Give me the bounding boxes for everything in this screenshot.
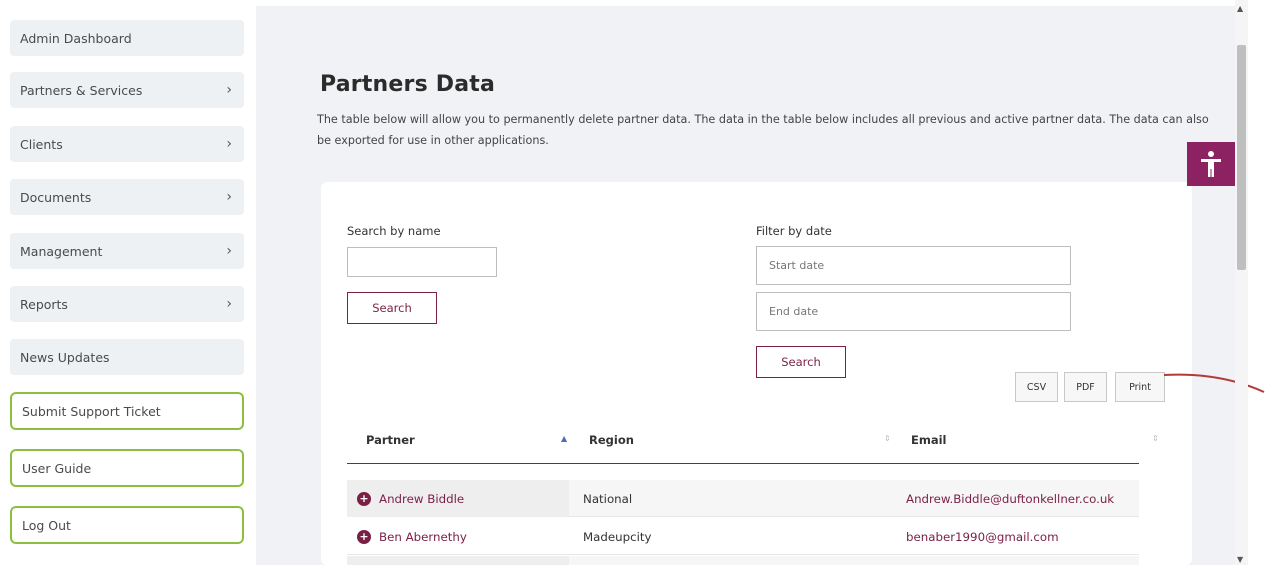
sidebar-item-reports[interactable]: Reports › [10,286,244,322]
filter-label: Filter by date [756,224,832,238]
sidebar-item-label: Log Out [22,517,71,533]
accessibility-person-icon [1201,151,1221,177]
sidebar-item-label: Submit Support Ticket [22,403,161,419]
pdf-button[interactable]: PDF [1064,372,1107,402]
email-cell[interactable]: benaber1990@gmail.com [906,518,1059,555]
sidebar-item-label: Admin Dashboard [20,30,132,46]
partner-cell: + [347,556,569,565]
sidebar-item-partners-services[interactable]: Partners & Services › [10,72,244,108]
sidebar-item-label: Management [20,243,103,259]
search-input[interactable] [347,247,497,277]
main-panel: Partners Data The table below will allow… [256,6,1235,565]
scroll-down-icon[interactable]: ▼ [1237,555,1243,564]
plus-circle-icon[interactable]: + [357,491,371,506]
sidebar-item-label: News Updates [20,349,110,365]
table-row: + Andrew Biddle National Andrew.Biddle@d… [347,480,1139,517]
email-cell[interactable]: Andrew.Biddle@duftonkellner.co.uk [906,480,1114,517]
scroll-up-icon[interactable]: ▲ [1237,4,1243,13]
sort-both-icon[interactable]: ⇕ [1152,434,1159,443]
column-header-email[interactable]: Email [911,418,946,462]
print-button[interactable]: Print [1115,372,1165,402]
table-row: + Ben Abernethy Madeupcity benaber1990@g… [347,518,1139,555]
partner-cell: + Andrew Biddle [347,480,569,517]
partner-name[interactable]: Andrew Biddle [379,492,464,506]
partners-card: Search by name Search Filter by date Sta… [321,182,1192,565]
sidebar-item-user-guide[interactable]: User Guide [10,449,244,487]
sidebar-item-documents[interactable]: Documents › [10,179,244,215]
page-title: Partners Data [320,72,496,97]
sidebar-item-label: Partners & Services [20,82,143,98]
chevron-right-icon: › [226,243,232,259]
scrollbar-thumb[interactable] [1237,45,1246,270]
sidebar-item-label: Documents [20,189,92,205]
accessibility-button[interactable] [1187,142,1235,186]
partner-cell: + Ben Abernethy [347,518,569,555]
sidebar: Admin Dashboard Partners & Services › Cl… [0,0,256,565]
sort-both-icon[interactable]: ⇕ [884,434,891,443]
sort-asc-icon[interactable]: ▲ [561,434,567,443]
table-row: + [347,556,1139,565]
column-header-region[interactable]: Region [589,418,634,462]
chevron-right-icon: › [226,136,232,152]
region-cell: Madeupcity [583,529,652,544]
sidebar-item-label: Clients [20,136,63,152]
chevron-right-icon: › [226,82,232,98]
column-header-partner[interactable]: Partner [366,418,415,462]
filter-search-button[interactable]: Search [756,346,846,378]
sidebar-item-admin-dashboard[interactable]: Admin Dashboard [10,20,244,56]
sidebar-item-log-out[interactable]: Log Out [10,506,244,544]
page-description: The table below will allow you to perman… [317,113,1209,147]
chevron-right-icon: › [226,189,232,205]
annotation-stroke [1163,373,1265,393]
start-date-field[interactable]: Start date [756,246,1071,285]
search-label: Search by name [347,224,441,238]
search-button[interactable]: Search [347,292,437,324]
table-header-divider [347,463,1139,464]
region-cell: National [583,491,633,506]
end-date-field[interactable]: End date [756,292,1071,331]
sidebar-item-clients[interactable]: Clients › [10,126,244,162]
chevron-right-icon: › [226,296,232,312]
partner-name[interactable]: Ben Abernethy [379,530,467,544]
sidebar-item-news-updates[interactable]: News Updates [10,339,244,375]
plus-circle-icon[interactable]: + [357,529,371,544]
sidebar-item-label: User Guide [22,460,92,476]
sidebar-item-label: Reports [20,296,68,312]
sidebar-item-submit-support-ticket[interactable]: Submit Support Ticket [10,392,244,430]
sidebar-item-management[interactable]: Management › [10,233,244,269]
csv-button[interactable]: CSV [1015,372,1058,402]
